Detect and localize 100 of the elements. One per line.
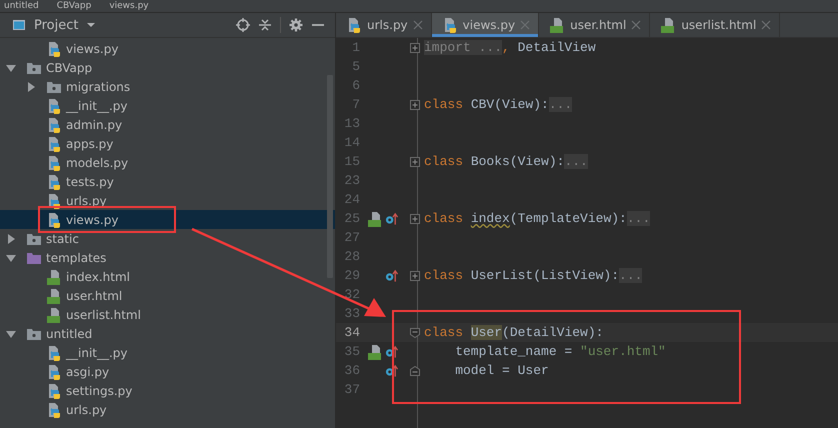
collapse-fold-icon[interactable] — [410, 328, 420, 338]
expanded-arrow-icon[interactable] — [6, 252, 16, 262]
python-file-icon — [46, 212, 62, 228]
code-string: "user.html" — [580, 344, 666, 359]
editor-tab[interactable]: userlist.html — [650, 13, 780, 37]
line-number: 14 — [343, 135, 360, 150]
html-file-icon — [46, 306, 62, 322]
line-number: 6 — [351, 78, 360, 93]
code-keyword: , — [502, 40, 510, 55]
line-number: 24 — [343, 192, 360, 207]
line-number: 25 — [343, 211, 360, 226]
code-text: (TemplateView): — [510, 211, 627, 226]
expanded-arrow-icon[interactable] — [6, 328, 16, 338]
line-number: 27 — [343, 230, 360, 245]
line-number: 37 — [343, 382, 360, 397]
python-file-icon — [46, 174, 62, 190]
line-number: 1 — [351, 40, 360, 55]
tree-item[interactable]: __init__.py — [0, 343, 335, 362]
python-file-icon — [46, 382, 62, 398]
html-file-icon — [46, 288, 62, 304]
tree-item[interactable]: static — [0, 229, 335, 248]
folded-code: ... — [548, 97, 572, 112]
tree-item[interactable]: admin.py — [0, 115, 335, 134]
html-file-icon — [660, 17, 676, 33]
python-file-icon — [46, 98, 62, 114]
dropdown-caret-icon[interactable] — [86, 20, 96, 30]
code-keyword: class — [424, 211, 464, 226]
fold-end-icon[interactable] — [410, 366, 420, 376]
tab-label: views.py — [462, 18, 516, 32]
tree-item-label: urls.py — [66, 194, 107, 208]
tree-item[interactable]: urls.py — [0, 191, 335, 210]
locate-icon[interactable] — [236, 18, 250, 32]
settings-icon[interactable] — [289, 18, 303, 32]
python-file-icon — [346, 17, 362, 33]
code-text: template_name = — [454, 344, 574, 359]
code-text: model = User — [454, 363, 549, 378]
tree-item[interactable]: CBVapp — [0, 58, 335, 77]
tree-item[interactable]: __init__.py — [0, 96, 335, 115]
editor-tab[interactable]: urls.py — [336, 13, 432, 37]
tree-item-label: apps.py — [66, 136, 114, 150]
expanded-arrow-icon[interactable] — [6, 62, 16, 72]
expand-fold-icon[interactable] — [410, 156, 420, 166]
tree-item[interactable]: settings.py — [0, 381, 335, 400]
tree-item[interactable]: asgi.py — [0, 362, 335, 381]
tree-item[interactable]: views.py — [0, 39, 335, 58]
editor-tab[interactable]: user.html — [539, 13, 650, 37]
override-icon[interactable] — [385, 268, 398, 282]
line-number: 33 — [343, 306, 360, 321]
collapse-icon[interactable] — [258, 18, 272, 32]
code-text: User — [470, 325, 502, 340]
tree-item-label: templates — [46, 250, 106, 264]
editor-tab[interactable]: views.py — [432, 13, 540, 37]
html-file-icon[interactable] — [367, 344, 383, 360]
breadcrumb-item[interactable]: views.py — [109, 0, 149, 12]
tree-item[interactable]: views.py — [0, 210, 335, 229]
tree-item-label: index.html — [66, 270, 130, 284]
python-file-icon — [46, 344, 62, 360]
tree-item[interactable]: userlist.html — [0, 305, 335, 324]
tree-item[interactable]: urls.py — [0, 400, 335, 419]
expand-fold-icon[interactable] — [410, 214, 420, 224]
collapsed-arrow-icon[interactable] — [6, 234, 16, 244]
line-number: 7 — [351, 97, 360, 112]
override-icon[interactable] — [385, 364, 398, 378]
expand-fold-icon[interactable] — [410, 100, 420, 110]
line-number: 32 — [343, 287, 360, 302]
tree-item-label: CBVapp — [46, 60, 92, 74]
tree-item-label: userlist.html — [66, 308, 141, 322]
html-file-icon[interactable] — [367, 210, 383, 226]
breadcrumb-item[interactable]: CBVapp — [56, 0, 92, 12]
window-icon — [12, 18, 26, 32]
code-text: (DetailView): — [502, 325, 604, 340]
tree-item-label: views.py — [66, 42, 118, 56]
scrollbar-thumb[interactable] — [327, 75, 333, 278]
folded-code: ... — [626, 211, 650, 226]
tree-item[interactable]: index.html — [0, 267, 335, 286]
tree-item-label: untitled — [46, 326, 92, 340]
code-keyword: class — [424, 97, 464, 112]
line-number: 34 — [343, 325, 360, 340]
folded-code: import ... — [424, 40, 502, 55]
tree-item[interactable]: user.html — [0, 286, 335, 305]
collapsed-arrow-icon[interactable] — [26, 82, 36, 92]
panel-title[interactable]: Project — [34, 18, 78, 32]
line-number: 35 — [343, 344, 360, 359]
tree-item-label: __init__.py — [66, 98, 128, 112]
tree-item[interactable]: tests.py — [0, 172, 335, 191]
expand-fold-icon[interactable] — [410, 270, 420, 280]
tree-item[interactable]: templates — [0, 248, 335, 267]
code-keyword: class — [424, 268, 464, 283]
tree-item-label: __init__.py — [66, 346, 128, 360]
tree-item[interactable]: models.py — [0, 153, 335, 172]
tree-item[interactable]: apps.py — [0, 134, 335, 153]
expand-fold-icon[interactable] — [410, 42, 420, 52]
breadcrumb-item[interactable]: untitled — [4, 0, 39, 12]
override-icon[interactable] — [385, 344, 398, 358]
tree-item-label: asgi.py — [66, 364, 110, 378]
tree-item[interactable]: migrations — [0, 77, 335, 96]
tree-item[interactable]: untitled — [0, 324, 335, 343]
code-text: UserList(ListView): — [470, 268, 620, 283]
tree-item-label: migrations — [66, 80, 130, 94]
override-icon[interactable] — [385, 212, 398, 226]
